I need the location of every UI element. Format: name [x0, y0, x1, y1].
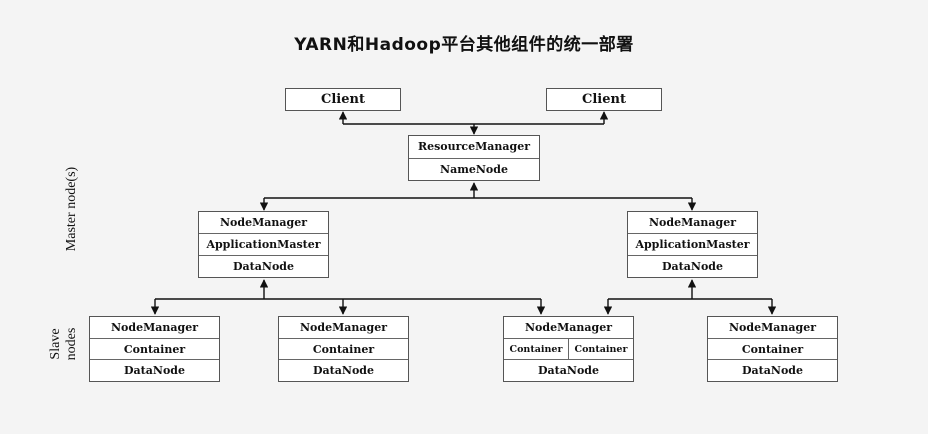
datanode-label: DataNode	[504, 359, 633, 381]
container-label: Container	[568, 338, 633, 360]
client-label: Client	[582, 92, 626, 107]
resource-manager-box: ResourceManager NameNode	[408, 135, 540, 181]
app-master-node-right: NodeManager ApplicationMaster DataNode	[627, 211, 758, 278]
datanode-label: DataNode	[708, 359, 837, 381]
nodemanager-label: NodeManager	[220, 216, 307, 229]
nodemanager-label: NodeManager	[300, 320, 387, 334]
container-split: Container Container	[504, 337, 633, 360]
resource-manager-label: ResourceManager	[417, 140, 531, 154]
client-box-right: Client	[546, 88, 662, 111]
datanode-label: DataNode	[199, 255, 328, 277]
datanode-label: DataNode	[90, 359, 219, 381]
slave-label-line1: Slave	[48, 328, 63, 360]
nodemanager-label: NodeManager	[729, 320, 816, 334]
container-label: Container	[509, 343, 563, 355]
namenode-label: NameNode	[409, 157, 539, 181]
slave-label-line2: nodes	[64, 327, 79, 361]
master-nodes-label: Master node(s)	[64, 166, 79, 252]
container-label: Container	[708, 337, 837, 360]
slave-node-4: NodeManager Container DataNode	[707, 316, 838, 382]
datanode-label: DataNode	[279, 359, 408, 381]
nodemanager-label: NodeManager	[111, 320, 198, 334]
application-master-label: ApplicationMaster	[628, 233, 757, 255]
slave-node-1: NodeManager Container DataNode	[89, 316, 220, 382]
slave-node-3: NodeManager Container Container DataNode	[503, 316, 634, 382]
client-box-left: Client	[285, 88, 401, 111]
slave-nodes-label: Slave nodes	[48, 324, 80, 364]
container-label: Container	[90, 337, 219, 360]
app-master-node-left: NodeManager ApplicationMaster DataNode	[198, 211, 329, 278]
datanode-label: DataNode	[628, 255, 757, 277]
application-master-label: ApplicationMaster	[199, 233, 328, 255]
container-label: Container	[279, 337, 408, 360]
slave-node-2: NodeManager Container DataNode	[278, 316, 409, 382]
nodemanager-label: NodeManager	[525, 320, 612, 334]
nodemanager-label: NodeManager	[649, 216, 736, 229]
client-label: Client	[321, 92, 365, 107]
